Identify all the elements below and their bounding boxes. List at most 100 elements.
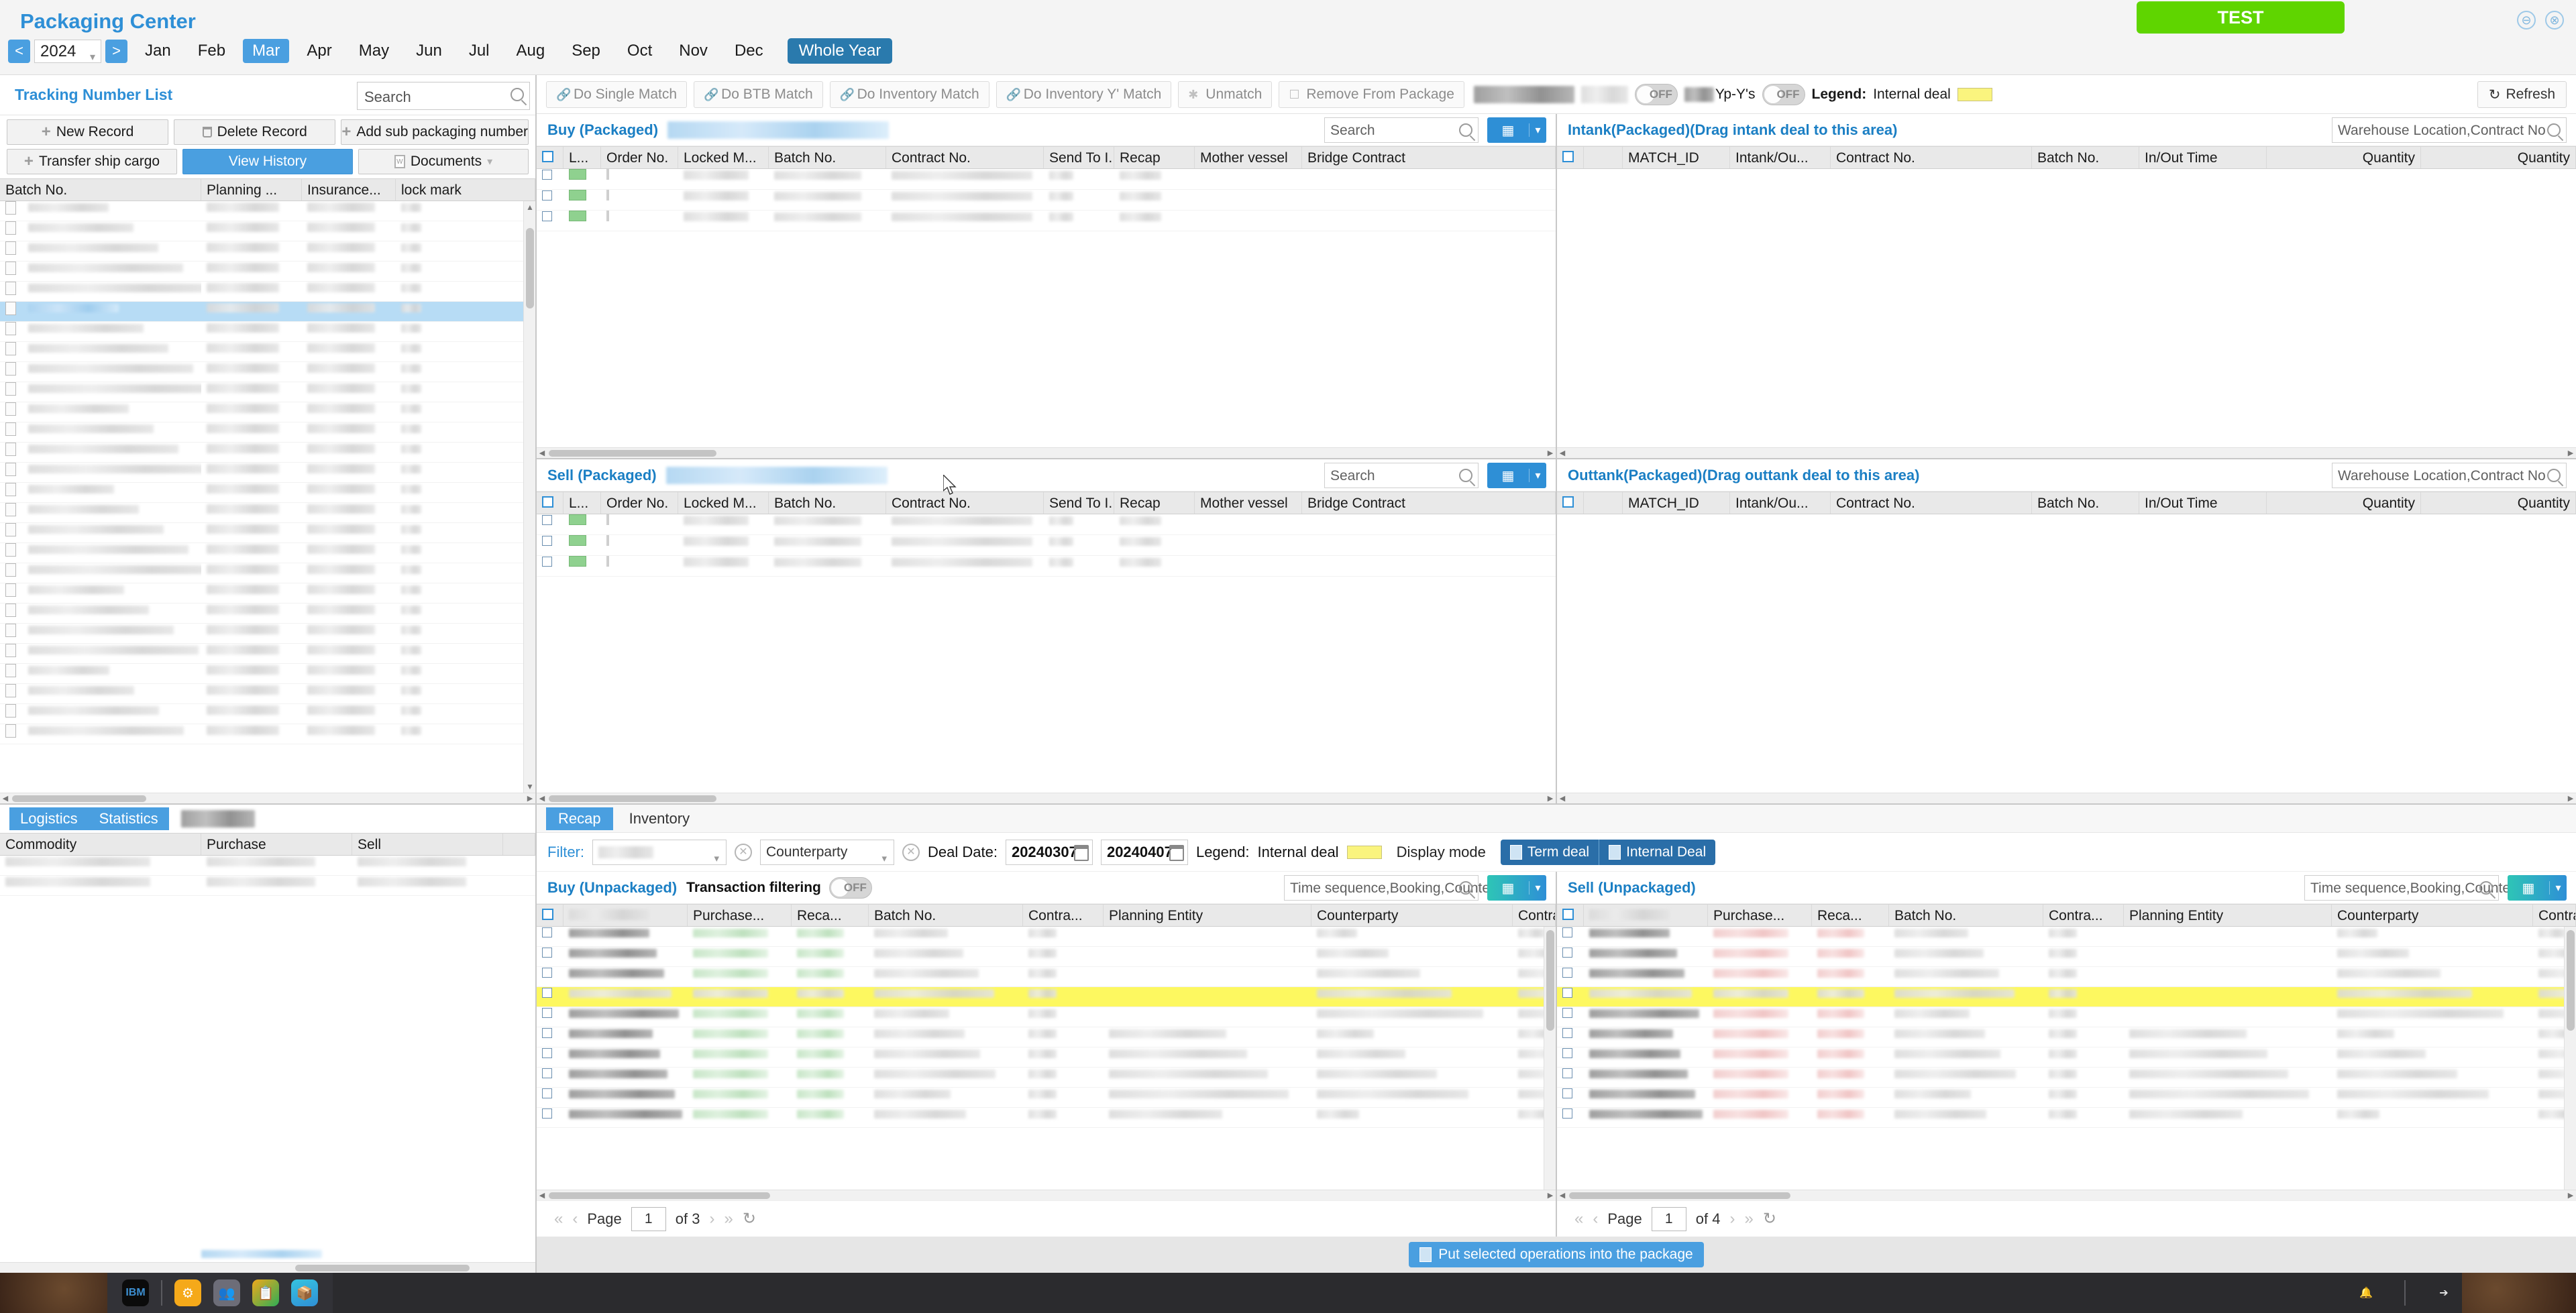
col-recap[interactable]: Recap <box>1114 492 1195 514</box>
scroll-thumb[interactable] <box>12 795 146 802</box>
col-lock-mark[interactable]: lock mark <box>396 179 535 201</box>
col-contract-2[interactable]: Contra <box>2533 905 2576 926</box>
col-select-all-checkbox[interactable] <box>1557 492 1584 514</box>
prev-year-button[interactable]: < <box>8 39 30 63</box>
add-sub-packaging-number-button[interactable]: + Add sub packaging number <box>341 119 529 145</box>
toolbar-toggle-2[interactable]: OFF <box>1762 83 1805 105</box>
close-icon[interactable]: ⊗ <box>2545 11 2564 30</box>
col-mother-vessel[interactable]: Mother vessel <box>1195 147 1302 168</box>
internal-deal-button[interactable]: Internal Deal <box>1599 839 1716 865</box>
col-quantity-1[interactable]: Quantity <box>2267 492 2421 514</box>
list-item[interactable] <box>0 282 535 302</box>
month-sep[interactable]: Sep <box>562 39 610 63</box>
table-row[interactable] <box>537 556 1556 577</box>
whole-year-button[interactable]: Whole Year <box>787 38 893 64</box>
table-row[interactable] <box>1557 967 2576 987</box>
scroll-right-icon[interactable]: ▶ <box>2565 1190 2576 1201</box>
sell-unpackaged-horizontal-scrollbar[interactable]: ◀ ▶ <box>1557 1190 2576 1200</box>
scroll-left-icon[interactable]: ◀ <box>537 1190 547 1201</box>
list-item[interactable] <box>0 563 535 583</box>
last-page-icon[interactable]: » <box>724 1210 733 1229</box>
col-order-no[interactable]: Order No. <box>601 147 678 168</box>
package-box-icon[interactable]: 📦 <box>291 1279 318 1306</box>
month-mar[interactable]: Mar <box>243 39 290 63</box>
list-item[interactable] <box>0 583 535 604</box>
col-counterparty[interactable]: Counterparty <box>2332 905 2533 926</box>
ibm-logo-icon[interactable]: IBM <box>122 1279 149 1306</box>
col-extra[interactable] <box>503 834 535 855</box>
tab-recap[interactable]: Recap <box>546 807 613 830</box>
month-nov[interactable]: Nov <box>669 39 717 63</box>
col-batch-no[interactable]: Batch No. <box>2032 492 2139 514</box>
deal-date-to-input[interactable]: 20240407 <box>1100 839 1188 865</box>
col-commodity[interactable]: Commodity <box>0 834 201 855</box>
col-batch-no[interactable]: Batch No. <box>769 492 886 514</box>
col-match-id[interactable]: MATCH_ID <box>1623 492 1730 514</box>
scroll-right-icon[interactable]: ▶ <box>1545 448 1556 459</box>
col-purchase[interactable]: Purchase... <box>1708 905 1812 926</box>
scroll-right-icon[interactable]: ▶ <box>1545 1190 1556 1201</box>
new-record-button[interactable]: + New Record <box>7 119 169 145</box>
col-contract[interactable]: Contra... <box>2043 905 2124 926</box>
sidebar-search-input[interactable]: Search <box>357 82 530 110</box>
col-batch-no[interactable]: Batch No. <box>0 179 201 201</box>
col-obscured[interactable] <box>1584 905 1708 926</box>
table-row[interactable] <box>1557 987 2576 1007</box>
scroll-left-icon[interactable]: ◀ <box>537 448 547 459</box>
sell-unpackaged-vertical-scrollbar[interactable] <box>2564 927 2576 1190</box>
first-page-icon[interactable]: « <box>554 1210 563 1229</box>
col-purchase[interactable]: Purchase... <box>688 905 792 926</box>
scroll-left-icon[interactable]: ◀ <box>1557 793 1568 804</box>
scroll-thumb[interactable] <box>549 450 716 457</box>
col-recap[interactable]: Reca... <box>792 905 869 926</box>
col-l[interactable]: L... <box>564 147 601 168</box>
sidebar-vertical-scrollbar[interactable]: ▲ ▼ <box>523 201 535 793</box>
table-row[interactable] <box>537 987 1556 1007</box>
sell-packaged-grid-options-button[interactable]: ▦ ▾ <box>1487 463 1546 488</box>
transfer-ship-cargo-button[interactable]: + Transfer ship cargo <box>7 149 177 174</box>
put-selected-operations-button[interactable]: Put selected operations into the package <box>1409 1242 1704 1267</box>
col-bridge-contract[interactable]: Bridge Contract <box>1302 492 1556 514</box>
sell-packaged-search-input[interactable]: Search <box>1324 463 1479 488</box>
list-item[interactable] <box>0 463 535 483</box>
scroll-left-icon[interactable]: ◀ <box>1557 1190 1568 1201</box>
logout-icon[interactable]: ➔ <box>2432 1281 2455 1304</box>
col-order-no[interactable]: Order No. <box>601 492 678 514</box>
tab-logistics[interactable]: Logistics <box>9 807 89 830</box>
next-year-button[interactable]: > <box>105 39 127 63</box>
scroll-right-icon[interactable]: ▶ <box>2565 448 2576 459</box>
outtank-search-input[interactable]: Warehouse Location,Contract No <box>2332 463 2567 488</box>
col-select-all-checkbox[interactable] <box>537 492 564 514</box>
tab-statistics[interactable]: Statistics <box>88 807 169 830</box>
table-row[interactable] <box>0 876 535 896</box>
col-bridge-contract[interactable]: Bridge Contract <box>1302 147 1556 168</box>
col-counterparty[interactable]: Counterparty <box>1311 905 1513 926</box>
refresh-page-icon[interactable]: ↻ <box>1763 1209 1776 1229</box>
scroll-thumb[interactable] <box>526 228 534 308</box>
col-in-out-time[interactable]: In/Out Time <box>2139 492 2267 514</box>
prev-page-icon[interactable]: ‹ <box>1593 1210 1598 1229</box>
buy-unpackaged-search-input[interactable]: Time sequence,Booking,Counter <box>1284 875 1495 901</box>
documents-button[interactable]: W Documents ▾ <box>358 149 529 174</box>
scroll-thumb[interactable] <box>1569 1192 1790 1199</box>
list-item[interactable] <box>0 724 535 744</box>
list-item[interactable] <box>0 443 535 463</box>
sell-unpackaged-grid-options-button[interactable]: ▦ ▾ <box>2508 875 2567 901</box>
table-row[interactable] <box>537 947 1556 967</box>
scroll-down-icon[interactable]: ▼ <box>524 781 535 793</box>
buy-unpackaged-grid-options-button[interactable]: ▦ ▾ <box>1487 875 1546 901</box>
prev-page-icon[interactable]: ‹ <box>572 1210 578 1229</box>
table-row[interactable] <box>537 927 1556 947</box>
scroll-thumb[interactable] <box>1546 930 1554 1031</box>
col-select-all-checkbox[interactable] <box>537 905 564 926</box>
col-sell[interactable]: Sell <box>352 834 503 855</box>
col-planning-entity[interactable]: Planning Entity <box>2124 905 2332 926</box>
transaction-filtering-toggle[interactable]: OFF <box>828 876 872 899</box>
scroll-thumb[interactable] <box>295 1265 470 1271</box>
col-contract-no[interactable]: Contract No. <box>1831 492 2032 514</box>
col-match-id[interactable]: MATCH_ID <box>1623 147 1730 168</box>
table-row[interactable] <box>537 211 1556 231</box>
col-select-all-checkbox[interactable] <box>537 147 564 168</box>
col-contract[interactable]: Contra... <box>1023 905 1104 926</box>
month-oct[interactable]: Oct <box>618 39 661 63</box>
